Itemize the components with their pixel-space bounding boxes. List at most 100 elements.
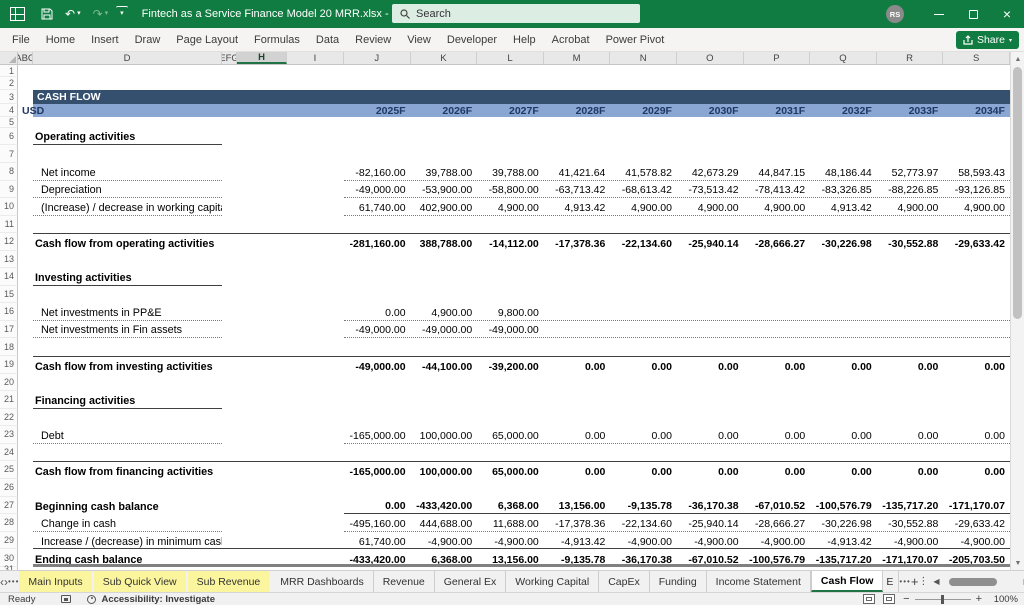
value-cell[interactable]: 0.00 xyxy=(877,426,944,443)
column-header-K[interactable]: K xyxy=(411,52,478,64)
sheet-tab-funding[interactable]: Funding xyxy=(650,571,707,592)
value-cell[interactable]: -25,940.14 xyxy=(677,233,744,251)
total-label[interactable]: Cash flow from investing activities xyxy=(33,356,222,374)
scroll-right-icon[interactable]: ▶ xyxy=(1021,577,1024,586)
value-cell[interactable]: -4,900.00 xyxy=(610,532,677,550)
value-cell[interactable]: -100,576.79 xyxy=(810,497,877,514)
value-cell[interactable]: 0.00 xyxy=(744,461,811,479)
row-number-4[interactable]: 4 xyxy=(0,104,18,117)
horizontal-scrollbar[interactable]: ◀ ▶ xyxy=(930,571,1024,592)
value-cell[interactable]: 41,421.64 xyxy=(544,163,611,180)
value-cell[interactable]: -29,633.42 xyxy=(943,514,1010,531)
year-header-cell[interactable]: 2032F xyxy=(810,104,877,117)
search-input[interactable]: Search xyxy=(392,4,640,23)
redo-dropdown-icon[interactable]: ▾ xyxy=(105,8,109,20)
value-cell[interactable]: 0.00 xyxy=(610,426,677,443)
share-button[interactable]: Share ▾ xyxy=(955,31,1019,49)
row-number-26[interactable]: 26 xyxy=(0,478,18,497)
scroll-left-icon[interactable]: ◀ xyxy=(930,577,942,586)
ribbon-tab-developer[interactable]: Developer xyxy=(439,28,505,52)
row-number-3[interactable]: 3 xyxy=(0,90,18,104)
year-header-cell[interactable]: 2029F xyxy=(610,104,677,117)
row-number-9[interactable]: 9 xyxy=(0,180,18,198)
page-break-view-icon[interactable] xyxy=(883,594,896,604)
value-cell[interactable]: -135,717.20 xyxy=(877,497,944,514)
sheet-tab-capex[interactable]: CapEx xyxy=(599,571,650,592)
value-cell[interactable]: 4,900.00 xyxy=(411,303,478,320)
value-cell[interactable]: 4,900.00 xyxy=(744,198,811,215)
value-cell[interactable]: -83,326.85 xyxy=(810,181,877,198)
column-header-Q[interactable]: Q xyxy=(810,52,877,64)
ribbon-tab-data[interactable]: Data xyxy=(308,28,347,52)
sheet-tab-revenue[interactable]: Revenue xyxy=(374,571,435,592)
currency-label-cell[interactable]: USD xyxy=(22,104,44,117)
value-cell[interactable]: 0.00 xyxy=(943,461,1010,479)
value-cell[interactable]: 4,900.00 xyxy=(610,198,677,215)
page-layout-view-icon[interactable] xyxy=(863,594,876,604)
column-header-O[interactable]: O xyxy=(677,52,744,64)
value-cell[interactable]: 0.00 xyxy=(744,426,811,443)
row-number-24[interactable]: 24 xyxy=(0,443,18,461)
sheet-tab-sub-revenue[interactable]: Sub Revenue xyxy=(187,571,270,592)
sheet-tab-working-capital[interactable]: Working Capital xyxy=(506,571,600,592)
year-header-cell[interactable]: 2034F xyxy=(943,104,1010,117)
value-cell[interactable]: -30,226.98 xyxy=(810,233,877,251)
row-number-23[interactable]: 23 xyxy=(0,426,18,444)
year-header-cell[interactable]: 2030F xyxy=(677,104,744,117)
value-cell[interactable]: -14,112.00 xyxy=(477,233,544,251)
value-cell[interactable]: -82,160.00 xyxy=(344,163,411,180)
row-number-11[interactable]: 11 xyxy=(0,215,18,233)
value-cell[interactable]: -30,226.98 xyxy=(810,514,877,531)
scroll-up-icon[interactable]: ▲ xyxy=(1011,52,1024,66)
year-header-cell[interactable]: 2027F xyxy=(477,104,544,117)
item-label[interactable]: Increase / (decrease) in minimum cash ba… xyxy=(33,532,222,550)
ribbon-tab-review[interactable]: Review xyxy=(347,28,399,52)
zoom-percentage[interactable]: 100% xyxy=(990,594,1018,605)
zoom-slider-thumb[interactable] xyxy=(940,594,944,604)
value-cell[interactable]: 4,900.00 xyxy=(877,198,944,215)
total-label[interactable]: Cash flow from operating activities xyxy=(33,233,222,251)
value-cell[interactable]: 0.00 xyxy=(877,461,944,479)
row-number-17[interactable]: 17 xyxy=(0,320,18,338)
value-cell[interactable]: -30,552.88 xyxy=(877,233,944,251)
value-cell[interactable]: -44,100.00 xyxy=(411,356,478,374)
sheet-tab-main-inputs[interactable]: Main Inputs xyxy=(19,571,92,592)
column-header-R[interactable]: R xyxy=(877,52,944,64)
ribbon-tab-power-pivot[interactable]: Power Pivot xyxy=(598,28,673,52)
value-cell[interactable]: -165,000.00 xyxy=(344,461,411,479)
value-cell[interactable]: -4,900.00 xyxy=(877,532,944,550)
ribbon-tab-home[interactable]: Home xyxy=(38,28,83,52)
value-cell[interactable] xyxy=(810,303,877,320)
column-header-EFG[interactable]: EFG xyxy=(222,52,237,64)
row-number-20[interactable]: 20 xyxy=(0,373,18,391)
undo-dropdown-icon[interactable]: ▾ xyxy=(77,8,81,20)
column-header-H[interactable]: H xyxy=(237,52,287,64)
value-cell[interactable]: -433,420.00 xyxy=(411,497,478,514)
value-cell[interactable]: 11,688.00 xyxy=(477,514,544,531)
value-cell[interactable] xyxy=(943,303,1010,320)
sheet-tab-mrr-dashboards[interactable]: MRR Dashboards xyxy=(271,571,374,592)
value-cell[interactable]: 65,000.00 xyxy=(477,426,544,443)
value-cell[interactable]: 4,913.42 xyxy=(810,198,877,215)
value-cell[interactable]: -73,513.42 xyxy=(677,181,744,198)
item-label[interactable]: Net investments in PP&E xyxy=(33,303,222,321)
value-cell[interactable]: -171,170.07 xyxy=(943,497,1010,514)
value-cell[interactable]: -25,940.14 xyxy=(677,514,744,531)
value-cell[interactable]: 0.00 xyxy=(943,356,1010,374)
sheet-tab-income-statement[interactable]: Income Statement xyxy=(707,571,811,592)
value-cell[interactable]: 44,847.15 xyxy=(744,163,811,180)
zoom-out-icon[interactable]: − xyxy=(903,593,909,605)
value-cell[interactable]: -49,000.00 xyxy=(344,356,411,374)
item-label[interactable]: Change in cash xyxy=(33,514,222,532)
value-cell[interactable] xyxy=(610,321,677,338)
row-number-12[interactable]: 12 xyxy=(0,233,18,251)
share-dropdown-icon[interactable]: ▾ xyxy=(1009,37,1012,44)
row-number-10[interactable]: 10 xyxy=(0,198,18,216)
column-header-S[interactable]: S xyxy=(943,52,1010,64)
value-cell[interactable]: 0.00 xyxy=(810,356,877,374)
year-header-cell[interactable]: 2025F xyxy=(344,104,411,117)
year-header-cell[interactable]: 2033F xyxy=(877,104,944,117)
scroll-down-icon[interactable]: ▼ xyxy=(1011,556,1024,570)
value-cell[interactable]: -36,170.38 xyxy=(677,497,744,514)
value-cell[interactable]: -28,666.27 xyxy=(744,514,811,531)
